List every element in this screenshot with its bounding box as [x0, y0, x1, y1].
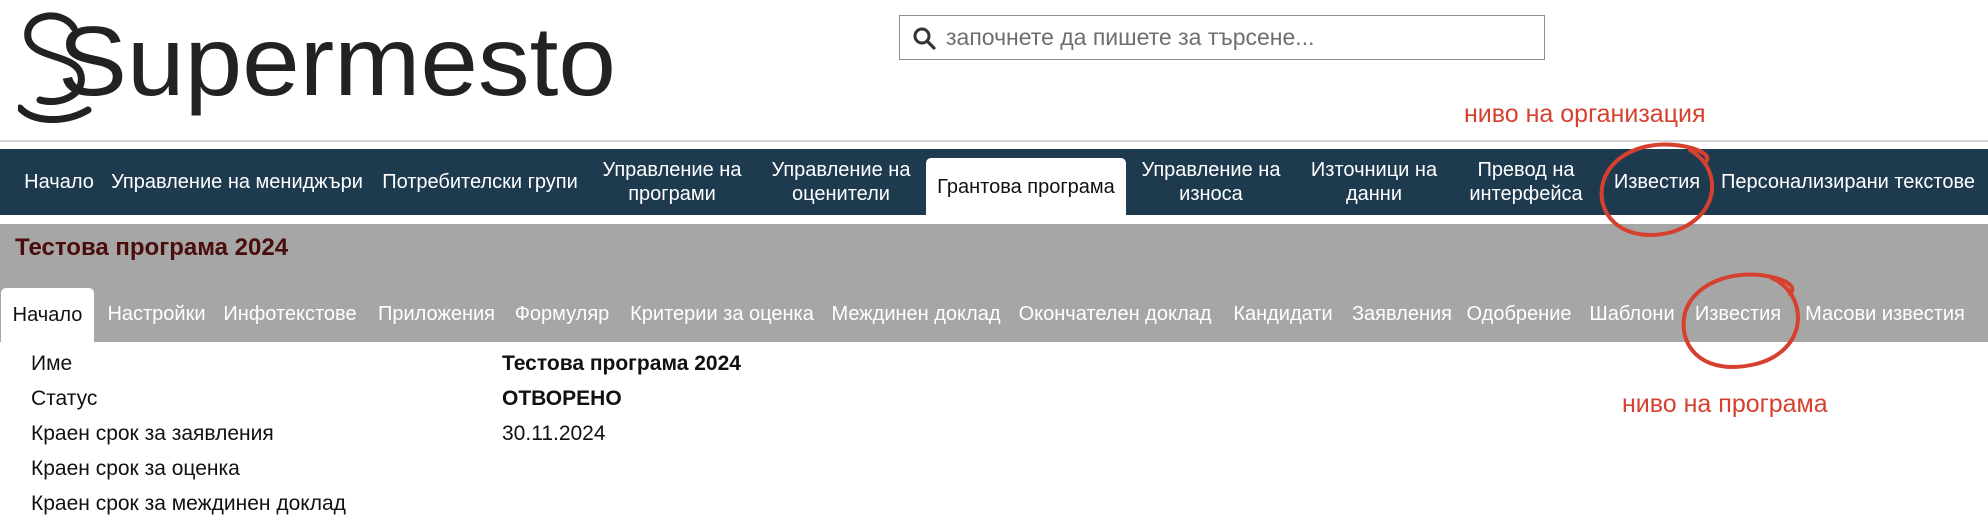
program-details: Име Тестова програма 2024 Статус ОТВОРЕНО Кр… [0, 342, 1988, 528]
program-tab-11[interactable]: Одобрение [1467, 286, 1572, 342]
logo-text: Supermesto [58, 6, 616, 116]
annotation-organization-level: ниво на организация [1464, 100, 1706, 128]
main-nav-item-10[interactable]: Известия [1599, 149, 1715, 215]
supermesto-logo[interactable]: Supermesto [18, 2, 618, 130]
main-nav-item-8[interactable]: Източници на данни [1299, 149, 1449, 215]
program-tab-10[interactable]: Заявления [1346, 286, 1458, 342]
main-nav-item-11[interactable]: Персонализирани текстове [1715, 149, 1981, 215]
detail-value: ОТВОРЕНО [502, 387, 622, 410]
search-box[interactable] [899, 15, 1545, 60]
annotation-program-level: ниво на програма [1622, 390, 1828, 418]
detail-label: Статус [31, 387, 98, 410]
detail-label: Краен срок за междинен доклад [31, 492, 346, 515]
program-tab-12[interactable]: Шаблони [1585, 286, 1679, 342]
detail-value: Тестова програма 2024 [502, 352, 741, 375]
search-input[interactable] [946, 16, 1536, 59]
detail-value: 30.11.2024 [502, 422, 606, 445]
program-title: Тестова програма 2024 [15, 234, 289, 261]
main-nav-item-9[interactable]: Превод на интерфейса [1460, 149, 1592, 215]
header-divider [0, 140, 1988, 142]
program-tab-7[interactable]: Междинен доклад [828, 286, 1004, 342]
detail-label: Име [31, 352, 73, 375]
main-navigation: Начало Управление на мениджъри Потребителс… [0, 149, 1988, 215]
main-nav-item-5[interactable]: Управление на оценители [762, 149, 920, 215]
program-tab-3[interactable]: Инфотекстове [222, 286, 358, 342]
program-tab-4[interactable]: Приложения [372, 286, 501, 342]
main-nav-item-4[interactable]: Управление на програми [595, 149, 749, 215]
program-tab-9[interactable]: Кандидати [1222, 286, 1344, 342]
program-tab-6[interactable]: Критерии за оценка [626, 286, 818, 342]
main-nav-item-1[interactable]: Начало [11, 149, 107, 215]
detail-label: Краен срок за оценка [31, 457, 240, 480]
program-tab-2[interactable]: Настройки [97, 286, 216, 342]
main-nav-item-3[interactable]: Потребителски групи [376, 149, 584, 215]
search-icon [913, 27, 936, 50]
main-nav-item-2[interactable]: Управление на мениджъри [110, 149, 364, 215]
detail-label: Краен срок за заявления [31, 422, 274, 445]
program-tab-8[interactable]: Окончателен доклад [1015, 286, 1215, 342]
program-tab-5[interactable]: Формуляр [509, 286, 615, 342]
program-tab-1[interactable]: Начало [1, 288, 94, 342]
program-tab-13[interactable]: Известия [1686, 286, 1790, 342]
main-nav-item-7[interactable]: Управление на износа [1133, 149, 1289, 215]
program-tab-14[interactable]: Масови известия [1796, 286, 1974, 342]
main-nav-item-6[interactable]: Грантова програма [926, 158, 1126, 215]
